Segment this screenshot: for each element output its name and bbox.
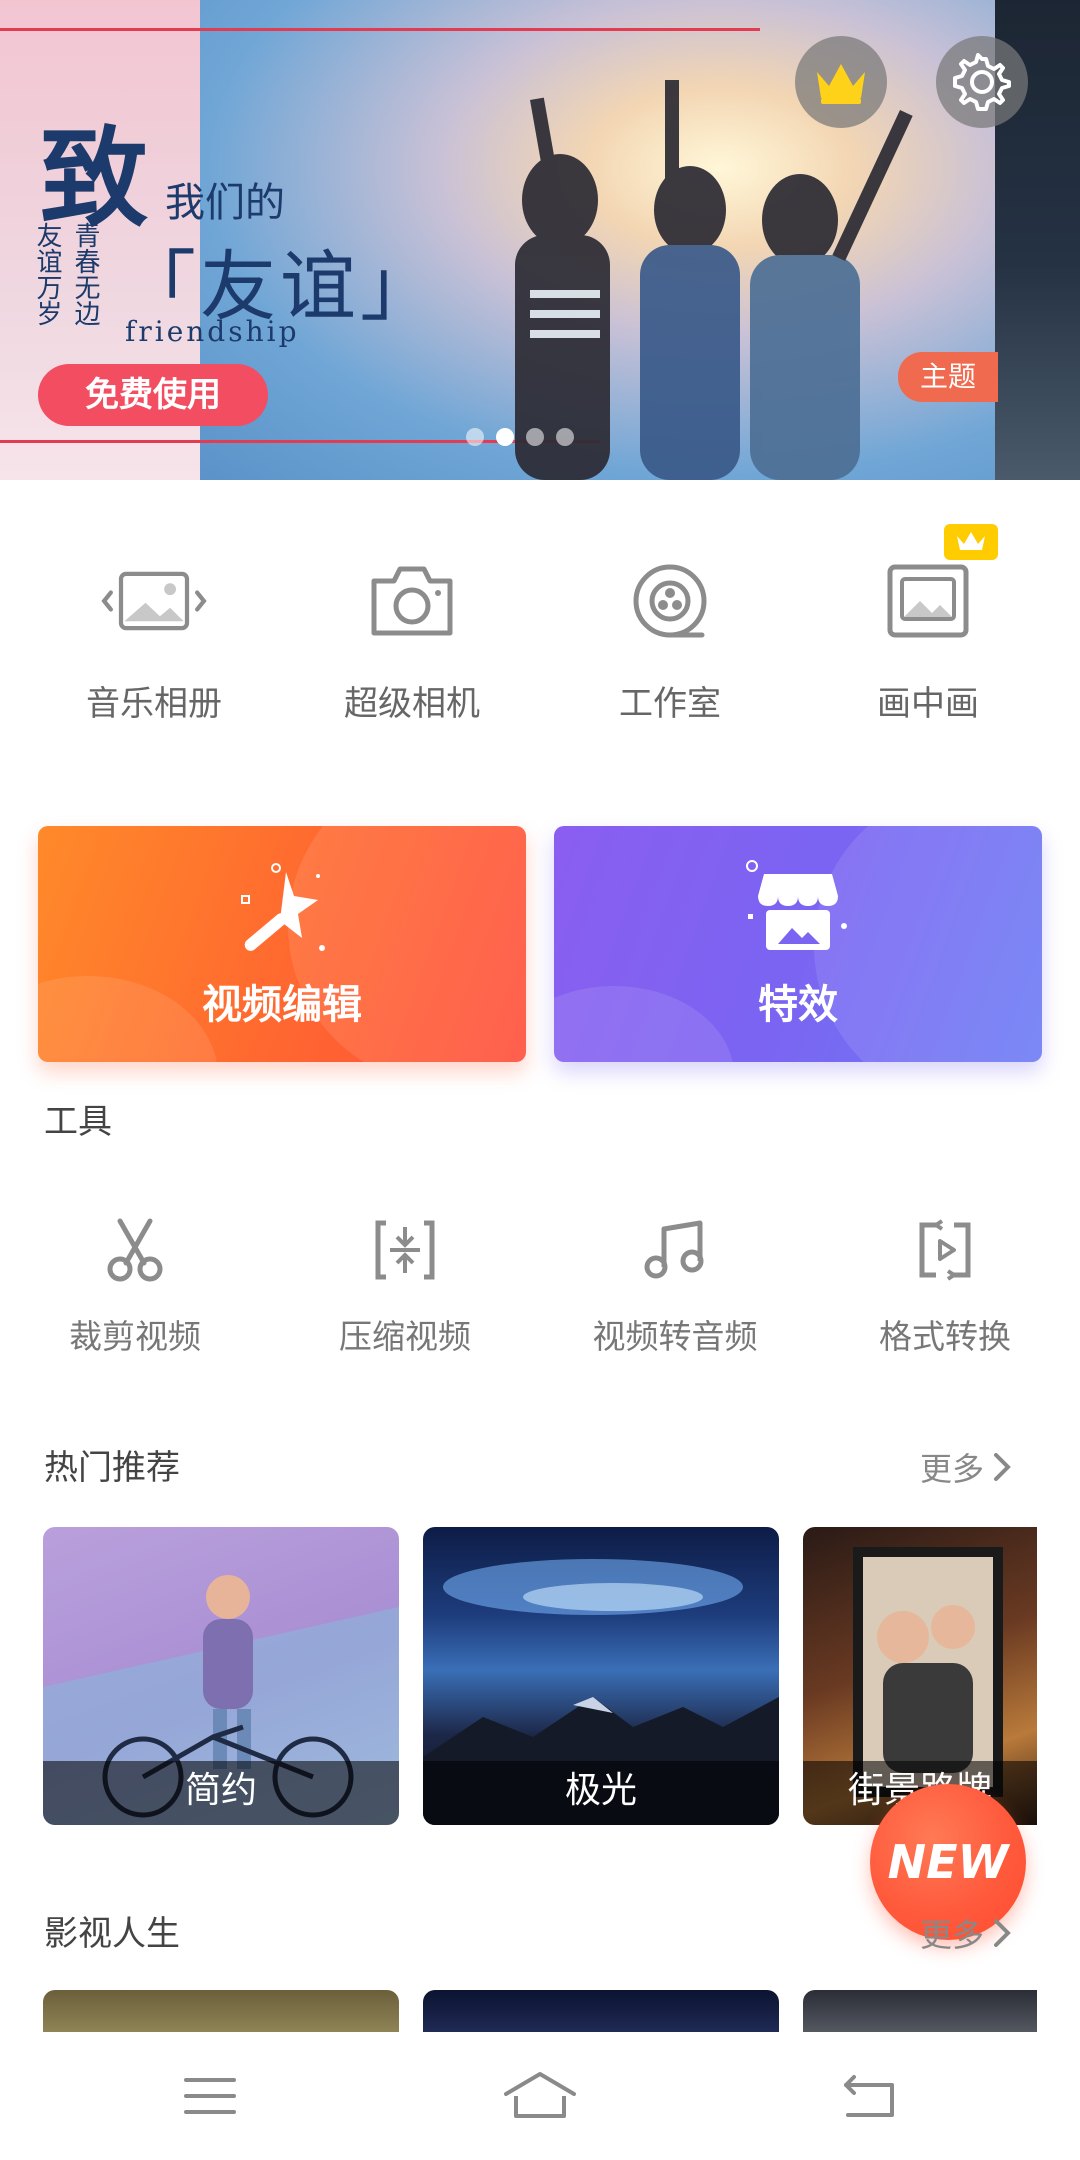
tool-format-convert[interactable]: 格式转换 [810,1210,1080,1370]
grid-item-label: 工作室 [619,684,721,724]
grid-item-label: 画中画 [877,684,979,724]
banner-dot-active[interactable] [496,428,514,446]
template-caption: 极光 [423,1761,779,1825]
music-album-icon [101,571,207,631]
banner-dot[interactable] [556,428,574,446]
grid-item-label: 音乐相册 [86,684,222,724]
settings-button[interactable] [936,36,1028,128]
template-thumb-simple[interactable]: 简约 [43,1527,399,1825]
template-thumb-aurora[interactable]: 极光 [423,1527,779,1825]
scissors-icon [107,1218,163,1282]
tool-video-to-audio[interactable]: 视频转音频 [540,1210,810,1370]
tool-label: 裁剪视频 [69,1317,201,1356]
picture-in-picture-icon [887,564,969,638]
compress-icon [375,1220,435,1280]
template-thumb-street[interactable]: 街景路牌 [803,1527,1037,1825]
effects-card[interactable]: 特效 [554,826,1042,1062]
tool-label: 格式转换 [879,1317,1011,1356]
back-icon [844,2075,894,2117]
tool-label: 压缩视频 [339,1317,471,1356]
template-caption: 简约 [43,1761,399,1825]
gear-icon [953,53,1011,111]
storefront-icon [746,860,847,950]
vip-badge [944,524,998,560]
grid-item-picture-in-picture[interactable]: 画中画 [798,556,1058,756]
grid-item-label: 超级相机 [344,684,480,724]
tool-trim-video[interactable]: 裁剪视频 [0,1210,270,1370]
banner-dot[interactable] [466,428,484,446]
magic-wand-icon [241,863,325,951]
convert-icon [919,1219,971,1281]
menu-button[interactable] [140,2032,280,2160]
banner-dot[interactable] [526,428,544,446]
card-label: 视频编辑 [202,982,362,1028]
crown-icon [817,64,865,104]
banner-vertical-text: 青春无边 [70,222,100,326]
grid-item-music-album[interactable]: 音乐相册 [24,556,284,756]
system-navigation-bar [0,2032,1080,2160]
more-label: 更多 [920,1450,985,1488]
film-thumb-3[interactable] [803,1990,1037,2032]
film-thumb-2[interactable] [423,1990,779,2032]
more-label: 更多 [920,1916,985,1954]
chevron-right-icon [994,1453,1011,1481]
banner-title-english: friendship [125,315,300,348]
film-thumb-1[interactable] [43,1990,399,2032]
crown-icon [957,532,985,550]
grid-item-super-camera[interactable]: 超级相机 [282,556,542,756]
video-edit-card[interactable]: 视频编辑 [38,826,526,1062]
studio-reel-icon [633,564,707,638]
tool-compress-video[interactable]: 压缩视频 [270,1210,540,1370]
chevron-right-icon [994,1919,1011,1947]
banner-decor-line [0,28,760,31]
tool-label: 视频转音频 [592,1317,758,1356]
home-button[interactable] [470,2032,610,2160]
card-label: 特效 [758,982,838,1028]
banner-pagination [466,428,574,446]
theme-tag[interactable]: 主题 [898,352,998,402]
banner-friends-illustration [515,80,913,480]
grid-item-studio[interactable]: 工作室 [540,556,800,756]
camera-icon [371,566,453,636]
hot-section-title: 热门推荐 [44,1448,180,1488]
banner-title-small: 我们的 [165,180,285,226]
hot-more-link[interactable]: 更多 [920,1444,1012,1490]
film-more-link[interactable]: 更多 [920,1910,1012,1956]
free-use-button[interactable]: 免费使用 [38,364,268,426]
film-section-title: 影视人生 [44,1914,180,1954]
promo-banner[interactable]: 致 我们的 「友谊」 friendship 青春无边 友谊万岁 免费使用 主题 [0,0,1080,480]
home-icon [504,2072,576,2118]
back-button[interactable] [800,2032,940,2160]
vip-button[interactable] [795,36,887,128]
menu-icon [184,2078,236,2114]
music-note-icon [644,1220,704,1279]
tools-section-title: 工具 [44,1102,112,1142]
banner-vertical-text: 友谊万岁 [32,222,62,326]
